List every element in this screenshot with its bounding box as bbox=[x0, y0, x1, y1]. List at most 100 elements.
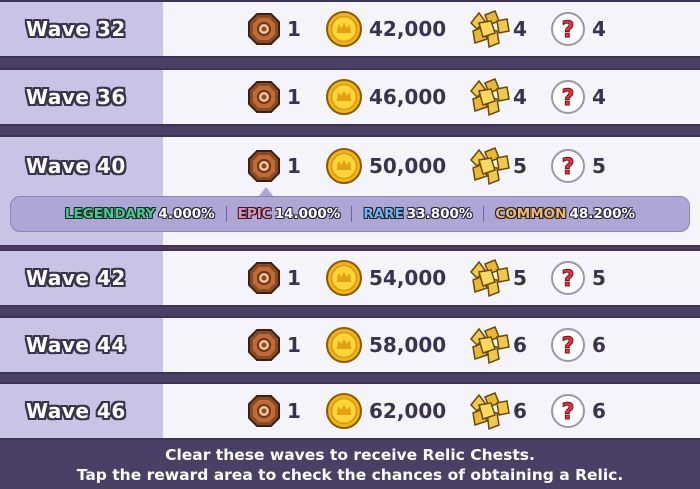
svg-text:?: ? bbox=[562, 267, 575, 292]
mystery-reward[interactable]: ? 4 bbox=[550, 2, 606, 56]
wave-label: Wave 44 bbox=[26, 333, 126, 357]
coin-amount: 46,000 bbox=[369, 85, 447, 109]
question-mark-icon: ? bbox=[550, 148, 586, 184]
coin-reward[interactable]: 42,000 bbox=[325, 2, 446, 56]
coin-amount: 62,000 bbox=[369, 399, 447, 423]
mystery-count: 4 bbox=[592, 85, 606, 109]
chest-reward[interactable]: 1 bbox=[247, 70, 301, 124]
svg-text:?: ? bbox=[562, 334, 575, 359]
relic-pieces-icon bbox=[465, 9, 511, 49]
wave-row[interactable]: Wave 46 1 62,000 6 ? 6 bbox=[0, 382, 700, 440]
wave-label-cell: Wave 46 bbox=[0, 384, 163, 438]
rarity-value: 4.000% bbox=[158, 206, 215, 222]
chest-count: 1 bbox=[287, 399, 301, 423]
rarity-name: LEGENDARY bbox=[64, 206, 156, 222]
divider bbox=[483, 206, 485, 222]
coin-icon bbox=[325, 326, 363, 364]
chest-count: 1 bbox=[287, 333, 301, 357]
rarity-name: EPIC bbox=[237, 206, 272, 222]
coin-icon bbox=[325, 10, 363, 48]
rarity-name: RARE bbox=[363, 206, 404, 222]
relic-count: 6 bbox=[513, 399, 527, 423]
chest-count: 1 bbox=[287, 85, 301, 109]
rarity-value: 48.200% bbox=[569, 206, 636, 222]
wave-row[interactable]: Wave 42 1 54,000 5 ? 5 bbox=[0, 249, 700, 307]
relic-pieces-icon bbox=[465, 325, 511, 365]
divider bbox=[225, 206, 227, 222]
question-mark-icon: ? bbox=[550, 393, 586, 429]
chest-reward[interactable]: 1 bbox=[247, 318, 301, 372]
relic-count: 5 bbox=[513, 154, 527, 178]
relic-reward[interactable]: 6 bbox=[465, 384, 527, 438]
chest-reward[interactable]: 1 bbox=[247, 251, 301, 305]
relic-chest-icon bbox=[247, 12, 281, 46]
wave-row-expanded[interactable]: Wave 40 1 50,000 5 ? 5 LEGENDARY 4.000% … bbox=[0, 135, 700, 247]
chance-common: COMMON 48.200% bbox=[495, 206, 635, 222]
rarity-value: 33.800% bbox=[406, 206, 473, 222]
svg-text:?: ? bbox=[562, 86, 575, 111]
relic-reward[interactable]: 5 bbox=[465, 251, 527, 305]
relic-chance-panel: LEGENDARY 4.000% EPIC 14.000% RARE 33.80… bbox=[10, 196, 690, 232]
chest-reward[interactable]: 1 bbox=[247, 384, 301, 438]
question-mark-icon: ? bbox=[550, 11, 586, 47]
relic-chest-icon bbox=[247, 80, 281, 114]
relic-count: 6 bbox=[513, 333, 527, 357]
chance-epic: EPIC 14.000% bbox=[238, 206, 341, 222]
relic-reward[interactable]: 5 bbox=[465, 137, 527, 195]
chance-legendary: LEGENDARY 4.000% bbox=[65, 206, 215, 222]
wave-label-cell: Wave 42 bbox=[0, 251, 163, 305]
svg-text:?: ? bbox=[562, 400, 575, 425]
relic-chest-icon bbox=[247, 149, 281, 183]
coin-amount: 58,000 bbox=[369, 333, 447, 357]
mystery-reward[interactable]: ? 4 bbox=[550, 70, 606, 124]
chest-reward[interactable]: 1 bbox=[247, 2, 301, 56]
wave-label: Wave 36 bbox=[26, 85, 126, 109]
relic-reward[interactable]: 6 bbox=[465, 318, 527, 372]
coin-reward[interactable]: 58,000 bbox=[325, 318, 446, 372]
question-mark-icon: ? bbox=[550, 79, 586, 115]
wave-label: Wave 40 bbox=[26, 154, 126, 178]
relic-chest-icon bbox=[247, 328, 281, 362]
coin-amount: 50,000 bbox=[369, 154, 447, 178]
chance-rare: RARE 33.800% bbox=[363, 206, 472, 222]
chest-count: 1 bbox=[287, 266, 301, 290]
divider bbox=[351, 206, 353, 222]
mystery-reward[interactable]: ? 6 bbox=[550, 318, 606, 372]
coin-reward[interactable]: 54,000 bbox=[325, 251, 446, 305]
relic-pieces-icon bbox=[465, 258, 511, 298]
instructions-footer: Clear these waves to receive Relic Chest… bbox=[0, 440, 700, 489]
mystery-count: 6 bbox=[592, 399, 606, 423]
coin-reward[interactable]: 50,000 bbox=[325, 137, 446, 195]
coin-amount: 42,000 bbox=[369, 17, 447, 41]
rarity-name: COMMON bbox=[495, 206, 567, 222]
coin-reward[interactable]: 46,000 bbox=[325, 70, 446, 124]
wave-label-cell: Wave 32 bbox=[0, 2, 163, 56]
mystery-reward[interactable]: ? 5 bbox=[550, 251, 606, 305]
mystery-reward[interactable]: ? 5 bbox=[550, 137, 606, 195]
coin-icon bbox=[325, 392, 363, 430]
chest-count: 1 bbox=[287, 17, 301, 41]
svg-text:?: ? bbox=[562, 155, 575, 180]
mystery-count: 5 bbox=[592, 154, 606, 178]
relic-pieces-icon bbox=[465, 146, 511, 186]
wave-row[interactable]: Wave 36 1 46,000 4 ? 4 bbox=[0, 68, 700, 126]
coin-icon bbox=[325, 78, 363, 116]
wave-label: Wave 32 bbox=[26, 17, 126, 41]
relic-reward[interactable]: 4 bbox=[465, 2, 527, 56]
wave-label-cell: Wave 44 bbox=[0, 318, 163, 372]
relic-reward[interactable]: 4 bbox=[465, 70, 527, 124]
chest-count: 1 bbox=[287, 154, 301, 178]
coin-reward[interactable]: 62,000 bbox=[325, 384, 446, 438]
wave-label: Wave 46 bbox=[26, 399, 126, 423]
question-mark-icon: ? bbox=[550, 260, 586, 296]
wave-label: Wave 42 bbox=[26, 266, 126, 290]
rarity-value: 14.000% bbox=[274, 206, 341, 222]
mystery-reward[interactable]: ? 6 bbox=[550, 384, 606, 438]
svg-text:?: ? bbox=[562, 18, 575, 43]
relic-count: 5 bbox=[513, 266, 527, 290]
relic-chest-icon bbox=[247, 394, 281, 428]
wave-row[interactable]: Wave 32 1 42,000 4 ? 4 bbox=[0, 0, 700, 58]
relic-pieces-icon bbox=[465, 391, 511, 431]
wave-row[interactable]: Wave 44 1 58,000 6 ? 6 bbox=[0, 316, 700, 374]
wave-label-cell: Wave 36 bbox=[0, 70, 163, 124]
